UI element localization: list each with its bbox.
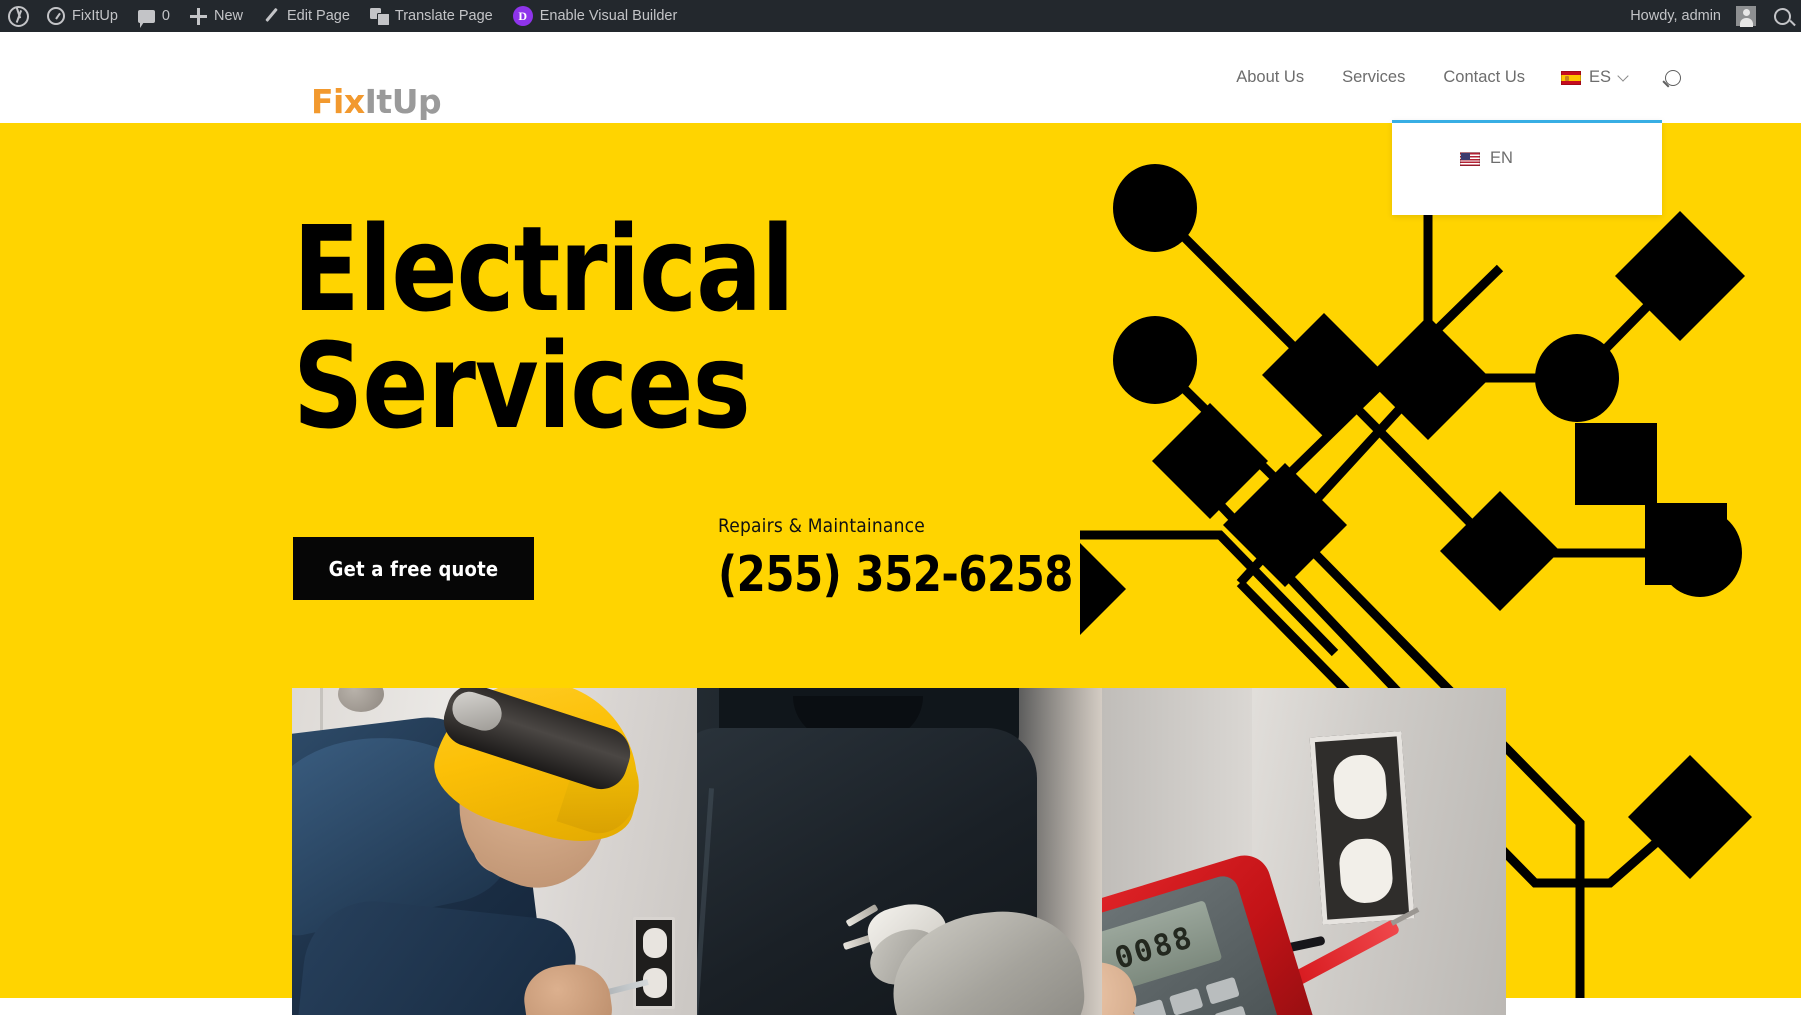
get-a-free-quote-button[interactable]: Get a free quote	[293, 537, 534, 600]
admin-bar-item-edit-page[interactable]: Edit Page	[253, 0, 360, 32]
gallery-image-1[interactable]	[292, 688, 697, 1015]
wordpress-admin-bar: FixItUp 0 New Edit Page Translate Page D…	[0, 0, 1801, 32]
logo-text-second: ItUp	[364, 82, 442, 121]
gallery-image-2[interactable]	[697, 688, 1102, 1015]
chevron-down-icon	[1617, 69, 1629, 82]
flag-us-icon	[1460, 151, 1480, 166]
photo-outlet-socket-bottom	[1337, 837, 1395, 905]
language-option-label: EN	[1490, 149, 1513, 167]
site-logo[interactable]: FixItUp	[311, 82, 442, 121]
language-option-en[interactable]: EN	[1392, 123, 1662, 168]
photo-goggles-lens	[448, 688, 507, 736]
plus-icon	[190, 7, 207, 25]
page-title: Electrical Services	[293, 200, 795, 455]
hero-phone-label: Repairs & Maintainance	[718, 515, 925, 537]
admin-bar-item-translate-page[interactable]: Translate Page	[360, 0, 503, 32]
admin-bar-item-account[interactable]: Howdy, admin	[1622, 0, 1764, 32]
language-switcher-toggle[interactable]: ES	[1560, 32, 1629, 123]
admin-bar-item-wordpress[interactable]	[0, 0, 37, 32]
logo-text-first: Fix	[311, 82, 365, 121]
photo-red-test-probe	[1287, 918, 1401, 989]
language-switcher-current-code: ES	[1588, 68, 1611, 86]
photo-multimeter-button-6	[1214, 1005, 1249, 1015]
photo-jacket-fold	[697, 788, 715, 1015]
divi-icon: D	[512, 6, 533, 26]
admin-bar-right-group: Howdy, admin	[1622, 0, 1801, 32]
electrician-installing-outlet-photo	[292, 688, 697, 1015]
pencil-icon	[263, 8, 280, 25]
header-search-button[interactable]	[1665, 32, 1681, 123]
admin-bar-comment-count: 0	[161, 8, 170, 24]
admin-bar-visual-builder-label: Enable Visual Builder	[539, 8, 678, 24]
admin-bar-item-search[interactable]	[1764, 0, 1801, 32]
wordpress-logo-icon	[8, 5, 29, 27]
hero-phone-number[interactable]: (255) 352-6258	[718, 546, 1073, 603]
photo-wall-outlet	[1309, 731, 1415, 925]
translate-icon	[369, 8, 390, 26]
search-icon	[1665, 69, 1681, 86]
photo-wall-outlet	[633, 917, 675, 1009]
admin-bar-item-site-name[interactable]: FixItUp	[37, 0, 128, 32]
admin-bar-new-label: New	[214, 8, 244, 24]
flag-es-icon	[1560, 70, 1581, 85]
nav-item-contact-us[interactable]: Contact Us	[1443, 68, 1525, 87]
hero-contact-block: Repairs & Maintainance (255) 352-6258	[718, 515, 1092, 603]
comment-icon	[137, 9, 155, 28]
admin-bar-item-new[interactable]: New	[180, 0, 253, 32]
photo-multimeter-button-3	[1205, 976, 1240, 1005]
photo-multimeter-button-2	[1168, 987, 1204, 1015]
gallery-image-3[interactable]: 0088	[1102, 688, 1506, 1015]
hero-image-gallery: 0088	[292, 688, 1506, 1015]
nav-item-services[interactable]: Services	[1342, 68, 1405, 87]
language-switcher-dropdown: EN	[1392, 120, 1662, 215]
admin-bar-edit-page-label: Edit Page	[287, 8, 350, 24]
site-header: FixItUp About Us Services Contact Us ES	[0, 32, 1801, 123]
admin-bar-item-comments[interactable]: 0	[128, 0, 180, 32]
photo-multimeter-button-1	[1132, 998, 1168, 1015]
photo-outlet-socket-top	[1331, 753, 1389, 821]
multimeter-testing-outlet-photo: 0088	[1102, 688, 1506, 1015]
search-icon	[1774, 7, 1791, 25]
admin-bar-greeting: Howdy, admin	[1630, 8, 1721, 24]
admin-bar-site-name-label: FixItUp	[72, 8, 118, 24]
user-avatar-icon	[1736, 6, 1756, 27]
nav-item-about-us[interactable]: About Us	[1236, 68, 1304, 87]
admin-bar-item-enable-visual-builder[interactable]: D Enable Visual Builder	[503, 0, 688, 32]
gloved-hand-holding-plug-photo	[697, 688, 1102, 1015]
dashboard-icon	[47, 7, 65, 25]
admin-bar-translate-page-label: Translate Page	[394, 8, 493, 24]
primary-navigation: About Us Services Contact Us	[1236, 32, 1525, 123]
